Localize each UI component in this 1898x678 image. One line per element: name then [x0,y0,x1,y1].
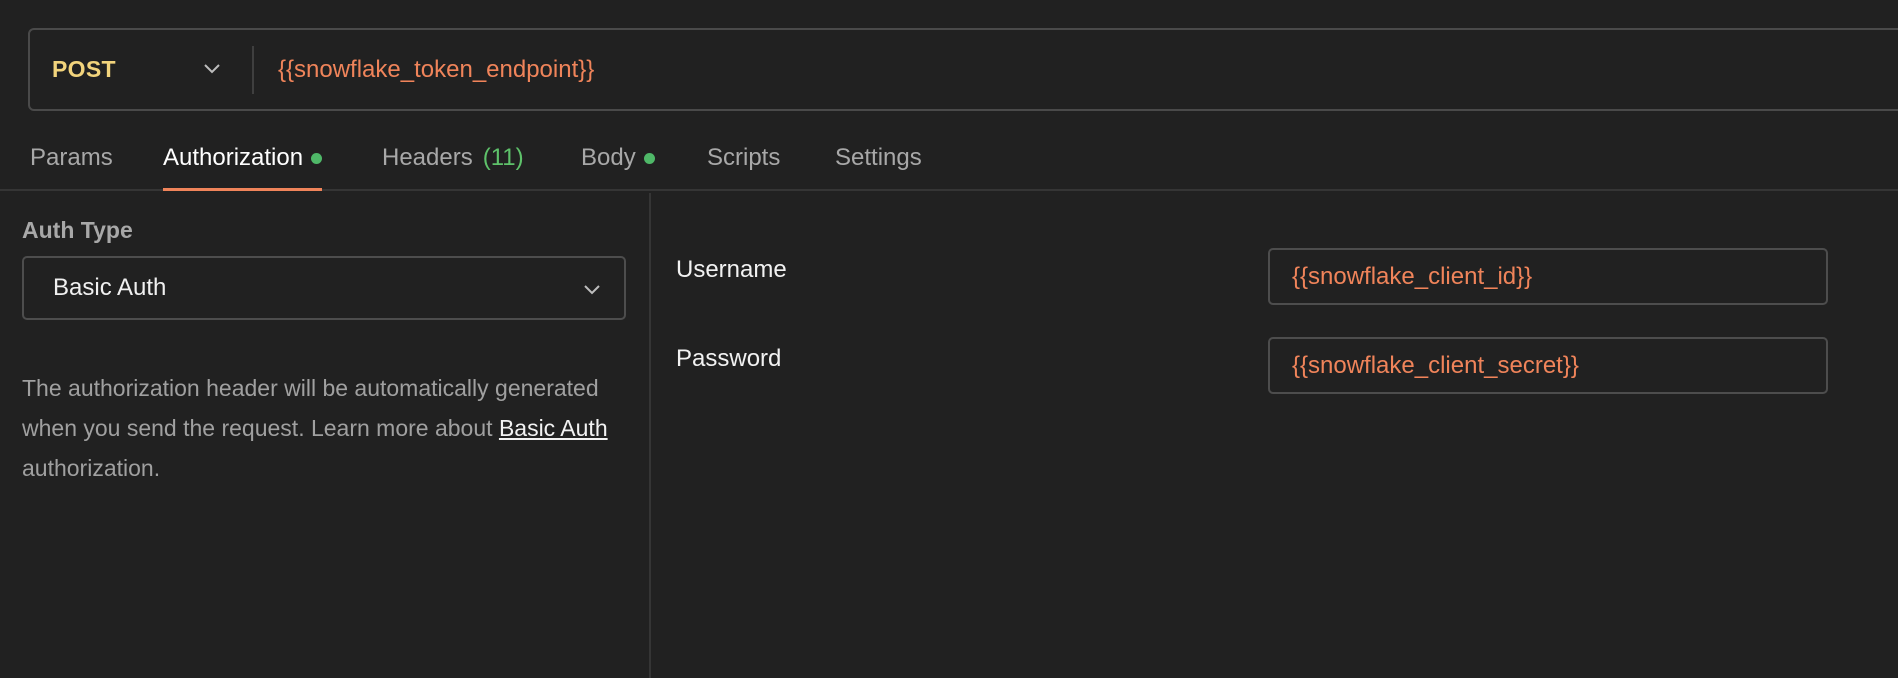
tab-label: Authorization [163,144,304,171]
tab-settings[interactable]: Settings [835,144,922,191]
tab-label: Settings [835,144,922,171]
auth-type-label: Auth Type [22,217,133,243]
headers-count: (11) [482,144,524,171]
username-label: Username [676,256,787,283]
tab-label: Scripts [707,144,781,171]
tab-scripts[interactable]: Scripts [707,144,780,191]
auth-type-panel: Auth Type Basic Auth The authorization h… [0,193,651,678]
method-label: POST [52,56,116,82]
auth-type-select[interactable]: Basic Auth [22,256,626,320]
dot-icon [643,153,655,164]
dot-icon [311,153,323,164]
password-input[interactable]: {{snowflake_client_secret}} [1268,337,1828,394]
chevron-down-icon [204,64,220,74]
chevron-down-icon [584,285,600,295]
url-input[interactable]: {{snowflake_token_endpoint}} [254,56,594,84]
auth-description: The authorization header will be automat… [22,368,622,488]
method-selector[interactable]: POST [30,30,252,109]
tab-label: Params [30,144,113,171]
tab-label: Body [581,144,636,171]
auth-type-value: Basic Auth [53,274,167,301]
request-tabs: Params Authorization Headers (11) Body S… [0,134,1898,191]
auth-description-suffix: authorization. [22,455,161,481]
password-label: Password [676,345,782,372]
basic-auth-link[interactable]: Basic Auth [499,415,608,441]
tab-label: Headers [382,144,473,171]
tab-authorization[interactable]: Authorization [163,144,323,191]
url-bar: POST {{snowflake_token_endpoint}} [28,28,1898,111]
tab-body[interactable]: Body [581,144,655,191]
tab-headers[interactable]: Headers (11) [382,144,524,191]
tab-params[interactable]: Params [30,144,113,191]
username-input[interactable]: {{snowflake_client_id}} [1268,248,1828,305]
